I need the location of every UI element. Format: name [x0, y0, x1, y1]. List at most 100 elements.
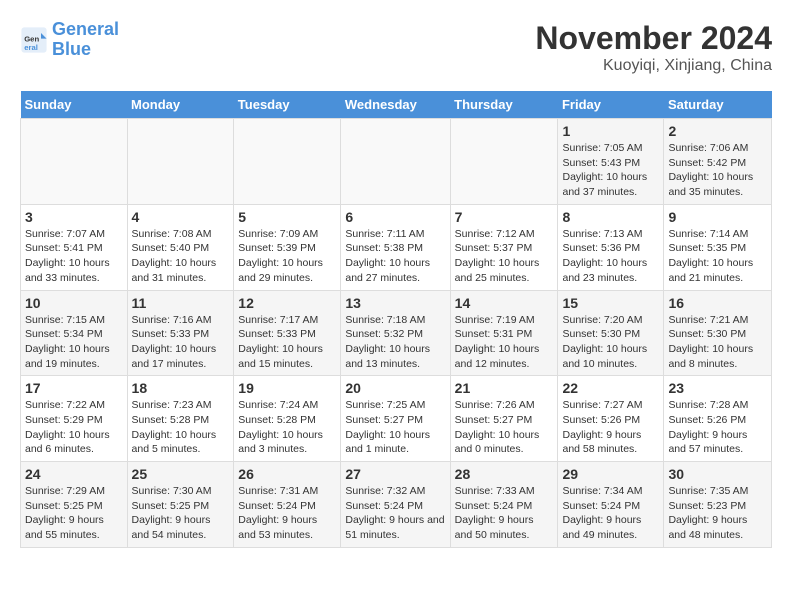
- weekday-header: Sunday: [21, 91, 128, 119]
- weekday-header: Monday: [127, 91, 234, 119]
- day-info: Sunrise: 7:27 AM Sunset: 5:26 PM Dayligh…: [562, 398, 659, 457]
- weekday-header: Wednesday: [341, 91, 450, 119]
- calendar-cell: 20 Sunrise: 7:25 AM Sunset: 5:27 PM Dayli…: [341, 376, 450, 462]
- calendar-table: SundayMondayTuesdayWednesdayThursdayFrid…: [20, 91, 772, 548]
- day-info: Sunrise: 7:12 AM Sunset: 5:37 PM Dayligh…: [455, 227, 554, 286]
- day-number: 8: [562, 209, 659, 225]
- day-info: Sunrise: 7:08 AM Sunset: 5:40 PM Dayligh…: [132, 227, 230, 286]
- day-number: 4: [132, 209, 230, 225]
- day-number: 9: [668, 209, 767, 225]
- calendar-cell: 15 Sunrise: 7:20 AM Sunset: 5:30 PM Dayli…: [558, 290, 664, 376]
- day-info: Sunrise: 7:30 AM Sunset: 5:25 PM Dayligh…: [132, 484, 230, 543]
- calendar-cell: 17 Sunrise: 7:22 AM Sunset: 5:29 PM Dayli…: [21, 376, 128, 462]
- calendar-week-row: 24 Sunrise: 7:29 AM Sunset: 5:25 PM Dayli…: [21, 462, 772, 548]
- day-number: 15: [562, 295, 659, 311]
- logo: Gen eral GeneralBlue: [20, 20, 119, 60]
- weekday-header: Tuesday: [234, 91, 341, 119]
- calendar-week-row: 3Sunrise: 7:07 AM Sunset: 5:41 PM Daylig…: [21, 204, 772, 290]
- day-info: Sunrise: 7:09 AM Sunset: 5:39 PM Dayligh…: [238, 227, 336, 286]
- day-number: 17: [25, 380, 123, 396]
- calendar-cell: 29 Sunrise: 7:34 AM Sunset: 5:24 PM Dayli…: [558, 462, 664, 548]
- day-number: 16: [668, 295, 767, 311]
- calendar-week-row: 10 Sunrise: 7:15 AM Sunset: 5:34 PM Dayli…: [21, 290, 772, 376]
- day-number: 13: [345, 295, 445, 311]
- day-info: Sunrise: 7:29 AM Sunset: 5:25 PM Dayligh…: [25, 484, 123, 543]
- svg-text:eral: eral: [24, 43, 38, 52]
- calendar-cell: 3Sunrise: 7:07 AM Sunset: 5:41 PM Daylig…: [21, 204, 128, 290]
- calendar-cell: 9Sunrise: 7:14 AM Sunset: 5:35 PM Daylig…: [664, 204, 772, 290]
- calendar-cell: 5 Sunrise: 7:09 AM Sunset: 5:39 PM Daylig…: [234, 204, 341, 290]
- day-number: 11: [132, 295, 230, 311]
- day-info: Sunrise: 7:28 AM Sunset: 5:26 PM Dayligh…: [668, 398, 767, 457]
- day-info: Sunrise: 7:22 AM Sunset: 5:29 PM Dayligh…: [25, 398, 123, 457]
- calendar-cell: 28 Sunrise: 7:33 AM Sunset: 5:24 PM Dayli…: [450, 462, 558, 548]
- calendar-cell: 23 Sunrise: 7:28 AM Sunset: 5:26 PM Dayli…: [664, 376, 772, 462]
- day-info: Sunrise: 7:13 AM Sunset: 5:36 PM Dayligh…: [562, 227, 659, 286]
- day-info: Sunrise: 7:11 AM Sunset: 5:38 PM Dayligh…: [345, 227, 445, 286]
- day-info: Sunrise: 7:33 AM Sunset: 5:24 PM Dayligh…: [455, 484, 554, 543]
- calendar-header: SundayMondayTuesdayWednesdayThursdayFrid…: [21, 91, 772, 119]
- month-title: November 2024: [535, 20, 772, 57]
- day-number: 29: [562, 466, 659, 482]
- calendar-cell: 24 Sunrise: 7:29 AM Sunset: 5:25 PM Dayli…: [21, 462, 128, 548]
- day-info: Sunrise: 7:25 AM Sunset: 5:27 PM Dayligh…: [345, 398, 445, 457]
- calendar-cell: 19Sunrise: 7:24 AM Sunset: 5:28 PM Dayli…: [234, 376, 341, 462]
- day-number: 23: [668, 380, 767, 396]
- day-number: 14: [455, 295, 554, 311]
- weekday-header: Saturday: [664, 91, 772, 119]
- weekday-header: Thursday: [450, 91, 558, 119]
- calendar-cell: [341, 119, 450, 205]
- calendar-cell: [234, 119, 341, 205]
- day-number: 27: [345, 466, 445, 482]
- calendar-cell: 8 Sunrise: 7:13 AM Sunset: 5:36 PM Daylig…: [558, 204, 664, 290]
- day-info: Sunrise: 7:15 AM Sunset: 5:34 PM Dayligh…: [25, 313, 123, 372]
- page-header: Gen eral GeneralBlue November 2024 Kuoyi…: [20, 20, 772, 75]
- day-info: Sunrise: 7:06 AM Sunset: 5:42 PM Dayligh…: [668, 141, 767, 200]
- day-number: 2: [668, 123, 767, 139]
- calendar-cell: 22 Sunrise: 7:27 AM Sunset: 5:26 PM Dayli…: [558, 376, 664, 462]
- calendar-cell: 10 Sunrise: 7:15 AM Sunset: 5:34 PM Dayli…: [21, 290, 128, 376]
- calendar-cell: 18Sunrise: 7:23 AM Sunset: 5:28 PM Dayli…: [127, 376, 234, 462]
- calendar-cell: 11 Sunrise: 7:16 AM Sunset: 5:33 PM Dayli…: [127, 290, 234, 376]
- day-number: 19: [238, 380, 336, 396]
- calendar-cell: 12 Sunrise: 7:17 AM Sunset: 5:33 PM Dayli…: [234, 290, 341, 376]
- day-number: 30: [668, 466, 767, 482]
- day-info: Sunrise: 7:16 AM Sunset: 5:33 PM Dayligh…: [132, 313, 230, 372]
- calendar-cell: 21Sunrise: 7:26 AM Sunset: 5:27 PM Dayli…: [450, 376, 558, 462]
- calendar-week-row: 1 Sunrise: 7:05 AM Sunset: 5:43 PM Daylig…: [21, 119, 772, 205]
- calendar-week-row: 17 Sunrise: 7:22 AM Sunset: 5:29 PM Dayli…: [21, 376, 772, 462]
- calendar-cell: 16Sunrise: 7:21 AM Sunset: 5:30 PM Dayli…: [664, 290, 772, 376]
- day-info: Sunrise: 7:32 AM Sunset: 5:24 PM Dayligh…: [345, 484, 445, 543]
- day-info: Sunrise: 7:05 AM Sunset: 5:43 PM Dayligh…: [562, 141, 659, 200]
- day-number: 6: [345, 209, 445, 225]
- day-info: Sunrise: 7:19 AM Sunset: 5:31 PM Dayligh…: [455, 313, 554, 372]
- logo-icon: Gen eral: [20, 26, 48, 54]
- weekday-header: Friday: [558, 91, 664, 119]
- calendar-cell: 26Sunrise: 7:31 AM Sunset: 5:24 PM Dayli…: [234, 462, 341, 548]
- day-info: Sunrise: 7:20 AM Sunset: 5:30 PM Dayligh…: [562, 313, 659, 372]
- calendar-cell: 2 Sunrise: 7:06 AM Sunset: 5:42 PM Daylig…: [664, 119, 772, 205]
- day-number: 5: [238, 209, 336, 225]
- day-number: 1: [562, 123, 659, 139]
- calendar-cell: 25 Sunrise: 7:30 AM Sunset: 5:25 PM Dayli…: [127, 462, 234, 548]
- calendar-cell: 14 Sunrise: 7:19 AM Sunset: 5:31 PM Dayli…: [450, 290, 558, 376]
- calendar-cell: 27 Sunrise: 7:32 AM Sunset: 5:24 PM Dayli…: [341, 462, 450, 548]
- day-number: 25: [132, 466, 230, 482]
- calendar-cell: 1 Sunrise: 7:05 AM Sunset: 5:43 PM Daylig…: [558, 119, 664, 205]
- day-info: Sunrise: 7:17 AM Sunset: 5:33 PM Dayligh…: [238, 313, 336, 372]
- day-number: 24: [25, 466, 123, 482]
- calendar-cell: 6 Sunrise: 7:11 AM Sunset: 5:38 PM Daylig…: [341, 204, 450, 290]
- day-number: 20: [345, 380, 445, 396]
- location-title: Kuoyiqi, Xinjiang, China: [535, 57, 772, 75]
- day-info: Sunrise: 7:07 AM Sunset: 5:41 PM Dayligh…: [25, 227, 123, 286]
- day-number: 28: [455, 466, 554, 482]
- day-number: 10: [25, 295, 123, 311]
- day-info: Sunrise: 7:18 AM Sunset: 5:32 PM Dayligh…: [345, 313, 445, 372]
- day-number: 12: [238, 295, 336, 311]
- calendar-cell: [127, 119, 234, 205]
- day-number: 7: [455, 209, 554, 225]
- day-number: 22: [562, 380, 659, 396]
- calendar-cell: [21, 119, 128, 205]
- day-info: Sunrise: 7:23 AM Sunset: 5:28 PM Dayligh…: [132, 398, 230, 457]
- day-info: Sunrise: 7:34 AM Sunset: 5:24 PM Dayligh…: [562, 484, 659, 543]
